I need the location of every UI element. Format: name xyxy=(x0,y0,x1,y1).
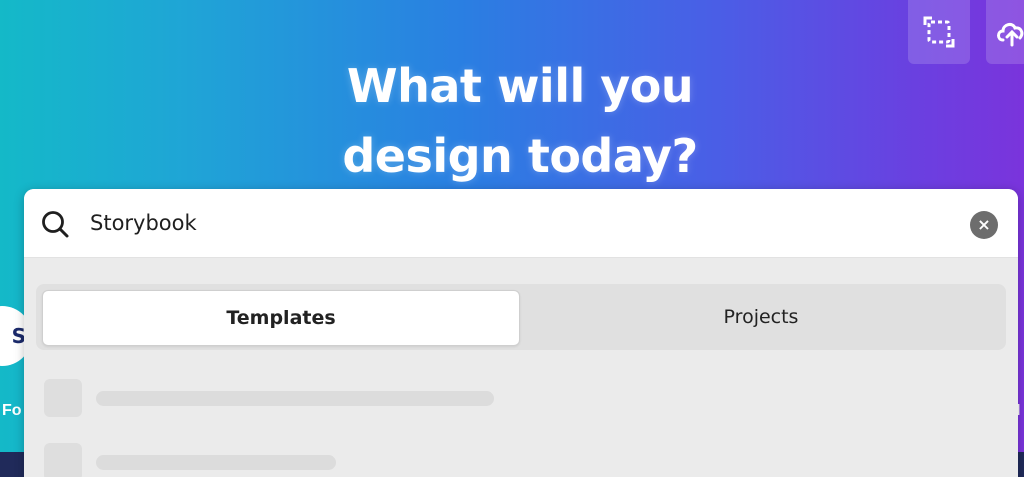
hero-title-line-1: What will you xyxy=(346,58,694,113)
loading-placeholder-row xyxy=(44,443,604,477)
cloud-upload-icon xyxy=(997,22,1024,47)
search-input[interactable] xyxy=(90,205,950,241)
search-panel: × Templates Projects xyxy=(24,189,1018,477)
tab-templates-label: Templates xyxy=(226,307,336,329)
loading-placeholder-row xyxy=(44,379,604,417)
search-bar: × xyxy=(24,189,1018,258)
resize-button[interactable] xyxy=(908,0,970,64)
page-title: What will you design today? xyxy=(0,51,1024,191)
placeholder-thumbnail xyxy=(44,443,82,477)
upload-button[interactable] xyxy=(986,0,1024,64)
placeholder-text-bar xyxy=(96,455,336,470)
tab-projects[interactable]: Projects xyxy=(522,290,1000,344)
app-background: What will you design today? S Fo I × xyxy=(0,0,1024,477)
result-type-tabs: Templates Projects xyxy=(36,284,1006,350)
clear-icon[interactable]: × xyxy=(970,211,998,239)
clear-glyph: × xyxy=(977,215,991,234)
left-category-label: Fo xyxy=(2,402,22,419)
tab-projects-label: Projects xyxy=(723,306,799,328)
hero-title-line-2: design today? xyxy=(342,128,698,183)
placeholder-thumbnail xyxy=(44,379,82,417)
resize-icon xyxy=(923,16,955,48)
tab-templates[interactable]: Templates xyxy=(42,290,520,346)
search-icon xyxy=(42,211,69,238)
placeholder-text-bar xyxy=(96,391,494,406)
